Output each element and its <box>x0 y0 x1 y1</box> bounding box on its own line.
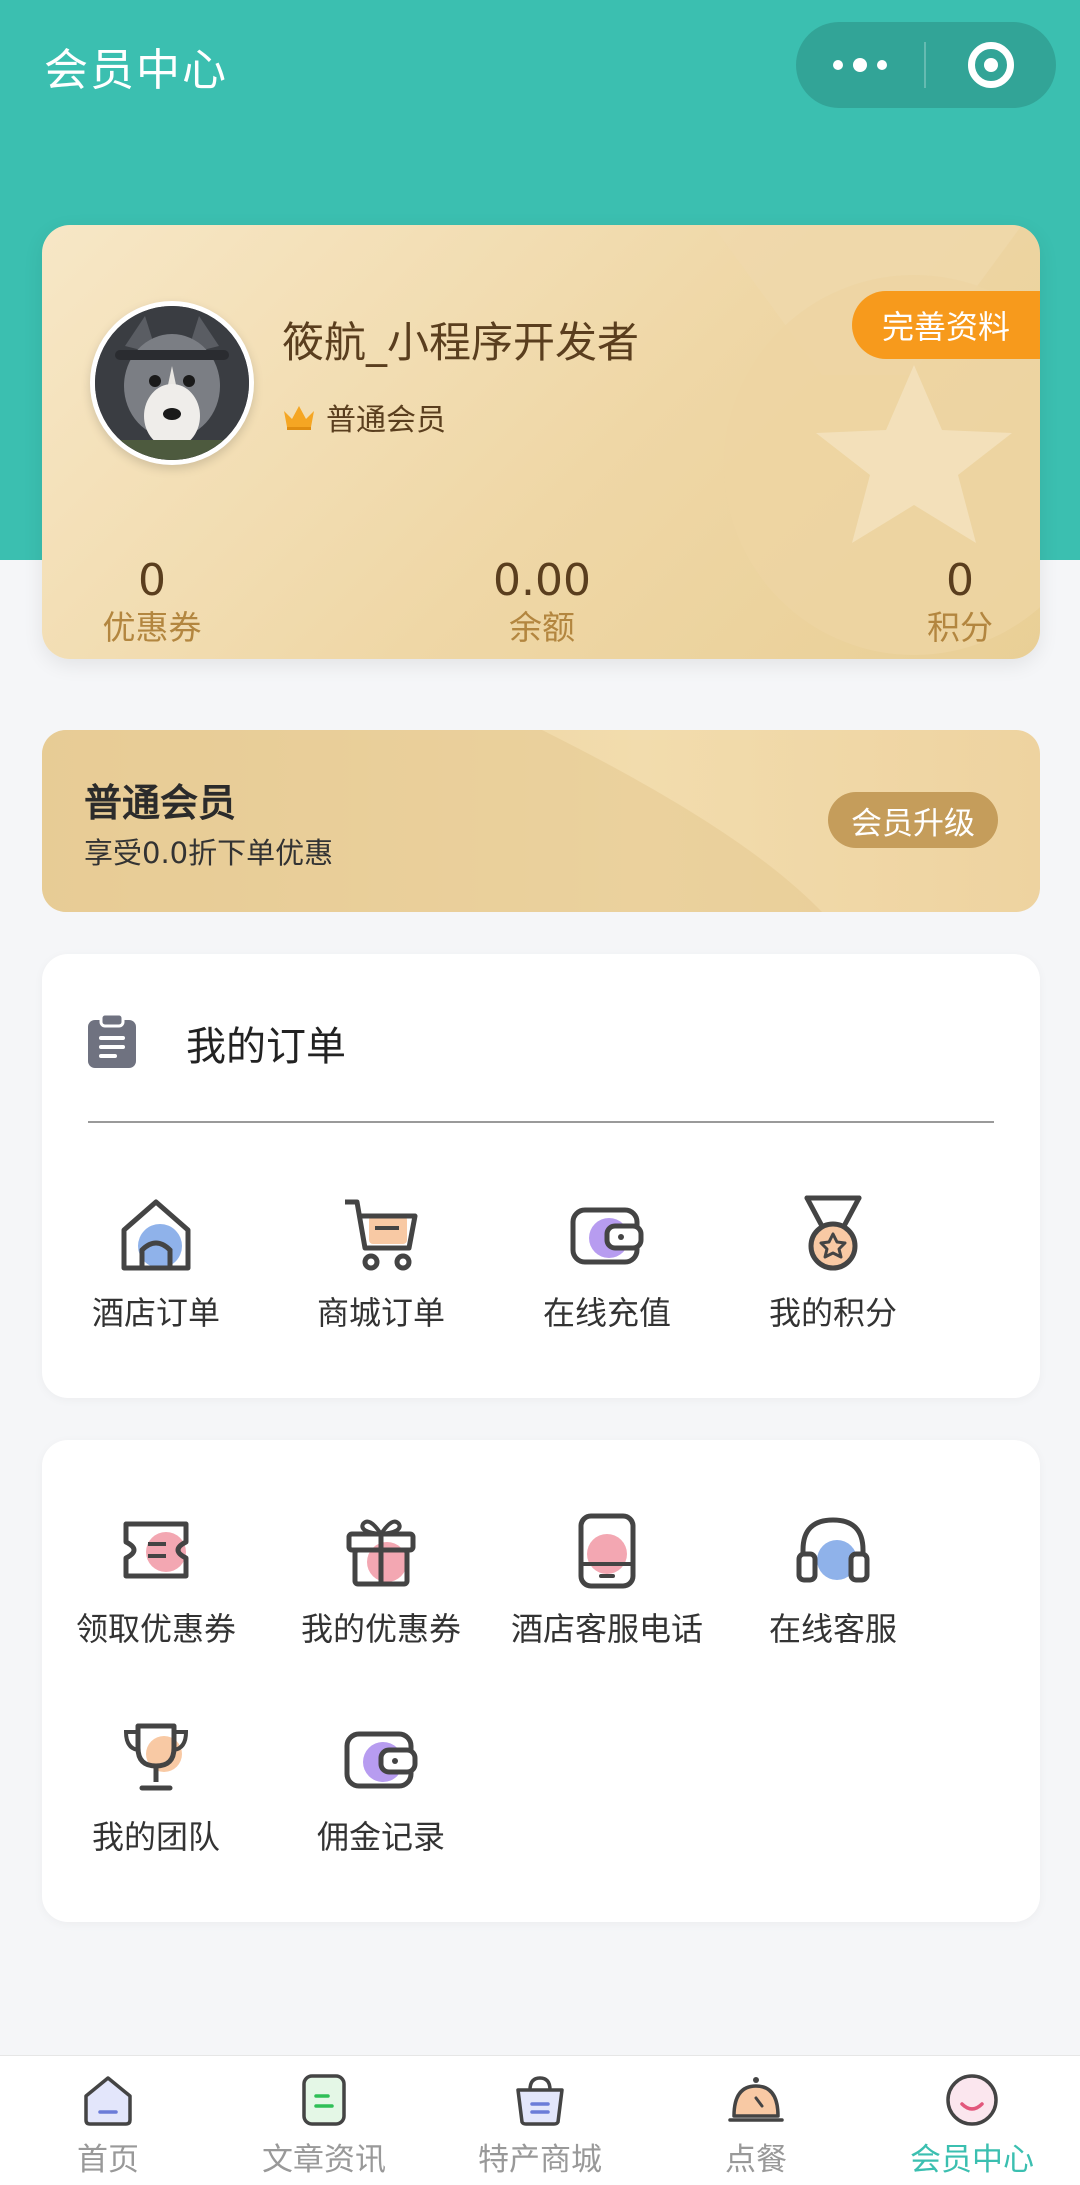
dining-bell-icon <box>728 2077 784 2122</box>
stat-label: 余额 <box>509 608 575 647</box>
orders-card: 我的订单 酒店订单 商城订单 在线充值 我的积分 <box>42 954 1040 1398</box>
wallet-icon <box>570 1207 644 1265</box>
tab-label: 文章资讯 <box>262 2142 386 2178</box>
trophy-icon <box>123 1723 189 1791</box>
order-item-label: 在线充值 <box>542 1294 671 1332</box>
service-item-label: 佣金记录 <box>316 1818 445 1856</box>
stat-points[interactable]: 0 积分 <box>900 555 1020 649</box>
order-item-recharge[interactable]: 在线充值 <box>494 1194 720 1334</box>
house-icon <box>121 1199 191 1271</box>
tab-label: 特产商城 <box>478 2142 602 2178</box>
tab-member-center[interactable]: 会员中心 <box>864 2056 1080 2185</box>
tab-articles[interactable]: 文章资讯 <box>216 2056 432 2185</box>
target-icon <box>968 42 1014 88</box>
order-item-points[interactable]: 我的积分 <box>720 1194 946 1334</box>
close-miniprogram-button[interactable] <box>926 22 1056 108</box>
service-item-hotel-phone[interactable]: 酒店客服电话 <box>494 1510 720 1650</box>
service-item-label: 在线客服 <box>768 1610 897 1648</box>
tab-label: 会员中心 <box>910 2142 1034 2178</box>
ticket-icon <box>123 1521 189 1579</box>
member-level-label: 普通会员 <box>326 403 446 438</box>
tab-dining[interactable]: 点餐 <box>648 2056 864 2185</box>
stat-coupons[interactable]: 0 优惠券 <box>82 555 222 649</box>
more-menu-button[interactable] <box>796 22 924 108</box>
stat-balance[interactable]: 0.00 余额 <box>462 555 622 649</box>
upgrade-button[interactable]: 会员升级 <box>828 792 998 848</box>
member-card: 筱航_小程序开发者 普通会员 完善资料 0 优惠券 0.00 余额 0 积分 <box>42 225 1040 659</box>
headset-icon <box>796 1517 870 1583</box>
service-item-label: 我的优惠券 <box>300 1610 461 1648</box>
service-item-claim-coupon[interactable]: 领取优惠券 <box>43 1510 269 1650</box>
page-title: 会员中心 <box>44 45 228 96</box>
username: 筱航_小程序开发者 <box>282 318 640 367</box>
stat-value: 0 <box>946 555 974 606</box>
avatar[interactable] <box>90 301 254 465</box>
stat-value: 0 <box>138 555 166 606</box>
stat-label: 优惠券 <box>102 608 202 647</box>
membership-banner: 普通会员 享受0.0折下单优惠 会员升级 <box>42 730 1040 912</box>
order-item-label: 商城订单 <box>316 1294 445 1332</box>
gift-icon <box>346 1519 416 1587</box>
membership-subtitle: 享受0.0折下单优惠 <box>84 836 334 870</box>
tab-label: 首页 <box>77 2142 139 2178</box>
article-icon <box>302 2074 346 2126</box>
service-item-my-team[interactable]: 我的团队 <box>43 1718 269 1858</box>
order-item-label: 我的积分 <box>768 1294 897 1332</box>
orders-header[interactable] <box>86 1012 138 1070</box>
tab-home[interactable]: 首页 <box>0 2056 216 2185</box>
service-item-commission[interactable]: 佣金记录 <box>268 1718 494 1858</box>
crown-icon <box>284 406 314 430</box>
service-item-my-coupons[interactable]: 我的优惠券 <box>268 1510 494 1650</box>
stat-value: 0.00 <box>493 555 591 606</box>
bottom-tab-bar: 首页 文章资讯 特产商城 点餐 会员中心 <box>0 2055 1080 2185</box>
tab-mall[interactable]: 特产商城 <box>432 2056 648 2185</box>
orders-title: 我的订单 <box>186 1024 346 1070</box>
wallet-icon <box>344 1731 418 1789</box>
cart-icon <box>345 1199 418 1271</box>
service-item-label: 我的团队 <box>91 1818 220 1856</box>
divider <box>88 1121 994 1123</box>
membership-title: 普通会员 <box>84 781 237 825</box>
service-item-online-support[interactable]: 在线客服 <box>720 1510 946 1650</box>
shop-bag-icon <box>516 2076 564 2126</box>
medal-icon <box>804 1195 862 1271</box>
member-level: 普通会员 <box>282 395 446 439</box>
service-item-label: 领取优惠券 <box>75 1610 236 1648</box>
member-icon <box>946 2074 998 2126</box>
service-item-label: 酒店客服电话 <box>510 1610 703 1648</box>
top-bar: 会员中心 <box>0 0 1080 130</box>
order-item-hotel[interactable]: 酒店订单 <box>43 1194 269 1334</box>
stat-label: 积分 <box>927 608 993 647</box>
miniprogram-capsule <box>796 22 1056 108</box>
avatar-husky-icon <box>95 306 249 460</box>
services-card: 领取优惠券 我的优惠券 酒店客服电话 在线客服 我的团队 佣金记录 <box>42 1440 1040 1922</box>
order-item-label: 酒店订单 <box>91 1294 220 1332</box>
order-item-mall[interactable]: 商城订单 <box>268 1194 494 1334</box>
phone-icon <box>578 1513 636 1589</box>
tab-label: 点餐 <box>725 2142 787 2178</box>
clipboard-icon <box>88 1012 136 1068</box>
home-icon <box>84 2076 132 2126</box>
complete-profile-button[interactable]: 完善资料 <box>852 291 1040 359</box>
